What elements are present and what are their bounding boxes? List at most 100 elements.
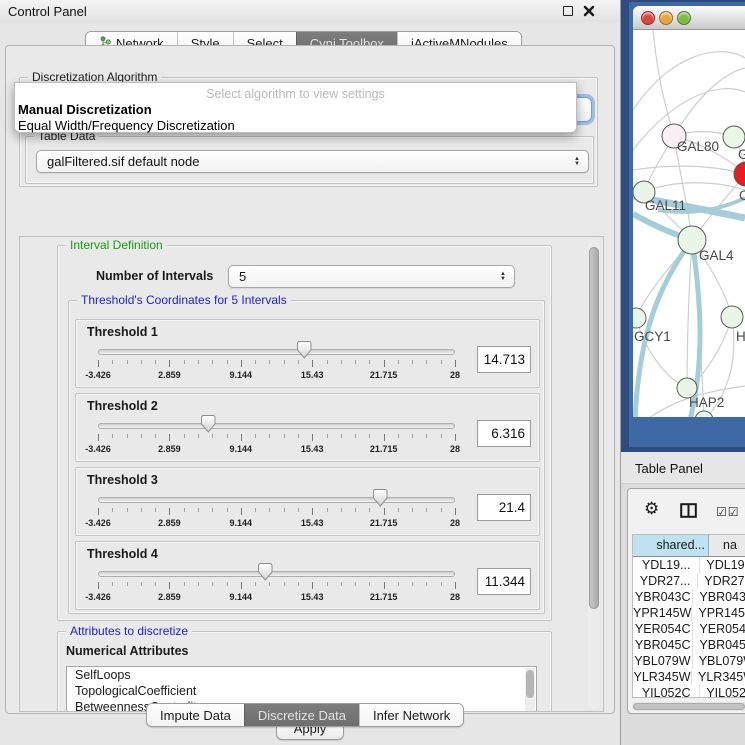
network-node-label: GCY1 bbox=[634, 329, 671, 344]
slider-tick-label: 2.859 bbox=[139, 592, 199, 602]
table-row[interactable]: YIL052CYIL052C bbox=[633, 685, 745, 698]
network-node[interactable] bbox=[721, 306, 743, 328]
algorithm-placeholder: Select algorithm to view settings bbox=[15, 87, 576, 101]
table-horizontal-scrollbar[interactable] bbox=[632, 702, 745, 711]
cell-shared-name: YDL19... bbox=[633, 557, 700, 573]
network-window-titlebar[interactable] bbox=[633, 6, 745, 30]
cell-shared-name: YDR27... bbox=[633, 573, 698, 589]
control-panel: Control Panel NetworkStyleSelectCyni Too… bbox=[0, 0, 621, 745]
table-data-combobox[interactable]: galFiltered.sif default node ▲▼ bbox=[36, 150, 589, 173]
slider-thumb[interactable] bbox=[296, 340, 313, 360]
slider-tick-label: 2.859 bbox=[139, 518, 199, 528]
table-row[interactable]: YBR043CYBR043C bbox=[633, 589, 745, 605]
column-header-name[interactable]: na bbox=[709, 535, 745, 556]
threshold-label: Threshold 2 bbox=[87, 399, 158, 413]
settings-vertical-scrollbar[interactable] bbox=[588, 239, 600, 709]
table-row[interactable]: YLR345WYLR345W bbox=[633, 669, 745, 685]
close-traffic-light[interactable] bbox=[641, 11, 655, 25]
table-row[interactable]: YPR145WYPR145W bbox=[633, 605, 745, 621]
network-node-label: GAL11 bbox=[645, 198, 686, 213]
network-edge[interactable] bbox=[687, 240, 692, 388]
threshold-label: Threshold 4 bbox=[87, 547, 158, 561]
table-row[interactable]: YBL079WYBL079W bbox=[633, 653, 745, 669]
cell-name: YPR145W bbox=[692, 605, 745, 621]
threshold-label: Threshold 1 bbox=[87, 325, 158, 339]
gear-icon[interactable]: ⚙ bbox=[644, 499, 659, 519]
table-row[interactable]: YDL19...YDL19... bbox=[633, 557, 745, 573]
slider-thumb[interactable] bbox=[372, 488, 389, 508]
table-row[interactable]: YBR045CYBR045C bbox=[633, 637, 745, 653]
threshold-label: Threshold 3 bbox=[87, 473, 158, 487]
table-panel-title: Table Panel bbox=[635, 461, 703, 476]
cell-shared-name: YLR345W bbox=[633, 669, 692, 685]
network-edge[interactable] bbox=[633, 166, 745, 174]
columns-icon[interactable] bbox=[680, 503, 697, 518]
table-panel-card: ⚙ ☑☑ shared... na YDL19...YDL19...YDR27.… bbox=[627, 488, 745, 714]
network-canvas[interactable]: GAL80GACGAL11GAL4GCY1HHAP2 bbox=[633, 30, 745, 417]
threshold-value-field[interactable]: 14.713 bbox=[477, 346, 531, 373]
float-window-icon[interactable] bbox=[563, 6, 573, 16]
network-node[interactable] bbox=[633, 308, 646, 328]
network-view-window[interactable]: GAL80GACGAL11GAL4GCY1HHAP2 bbox=[621, 0, 745, 452]
slider-tick-label: 21.715 bbox=[354, 518, 414, 528]
threshold-value-field[interactable]: 21.4 bbox=[477, 494, 531, 521]
network-edge[interactable] bbox=[644, 183, 745, 192]
tab-discretize-data[interactable]: Discretize Data bbox=[244, 704, 359, 726]
slider-track[interactable] bbox=[98, 571, 455, 577]
cell-shared-name: YBR043C bbox=[633, 589, 693, 605]
slider-tick-label: 28 bbox=[425, 518, 485, 528]
slider-tick-label: -3.426 bbox=[68, 518, 128, 528]
network-edge[interactable] bbox=[653, 30, 674, 136]
table-row[interactable]: YER054CYER054C bbox=[633, 621, 745, 637]
slider-track[interactable] bbox=[98, 349, 455, 355]
threshold-value-field[interactable]: 11.344 bbox=[477, 568, 531, 595]
slider-tick-label: 9.144 bbox=[211, 370, 271, 380]
algorithm-option[interactable]: Manual Discretization bbox=[17, 102, 576, 117]
attribute-item[interactable]: TopologicalCoefficient bbox=[67, 683, 536, 699]
number-of-intervals-label: Number of Intervals bbox=[96, 269, 213, 283]
network-node[interactable] bbox=[695, 411, 713, 417]
number-of-intervals-value: 5 bbox=[239, 269, 246, 284]
cell-name: YLR345W bbox=[692, 669, 745, 685]
number-of-intervals-combobox[interactable]: 5 ▲▼ bbox=[228, 265, 515, 288]
attributes-scrollbar[interactable] bbox=[525, 668, 535, 712]
slider-track[interactable] bbox=[98, 497, 455, 503]
cell-name: YDL19... bbox=[700, 557, 745, 573]
network-node-label: H bbox=[736, 329, 745, 344]
tab-infer-network[interactable]: Infer Network bbox=[359, 704, 463, 726]
threshold-value-field[interactable]: 6.316 bbox=[477, 420, 531, 447]
network-node-label: GAL4 bbox=[699, 248, 734, 263]
tab-label: Infer Network bbox=[373, 708, 450, 723]
slider-track[interactable] bbox=[98, 423, 455, 429]
slider-thumb[interactable] bbox=[200, 414, 217, 434]
threshold-list: Threshold 1-3.4262.8599.14415.4321.71528… bbox=[69, 301, 546, 615]
slider-thumb[interactable] bbox=[257, 562, 274, 582]
control-panel-titlebar: Control Panel bbox=[0, 0, 620, 22]
slider-tick-label: 21.715 bbox=[354, 592, 414, 602]
table-row[interactable]: YDR27...YDR27... bbox=[633, 573, 745, 589]
network-node[interactable] bbox=[723, 126, 745, 148]
tab-impute-data[interactable]: Impute Data bbox=[147, 704, 244, 726]
zoom-traffic-light[interactable] bbox=[677, 11, 691, 25]
table-panel-body: ⚙ ☑☑ shared... na YDL19...YDL19...YDR27.… bbox=[621, 484, 745, 745]
node-table-rows: YDL19...YDL19...YDR27...YDR27...YBR043CY… bbox=[633, 557, 745, 698]
slider-tick-label: 28 bbox=[425, 444, 485, 454]
algorithm-option[interactable]: Equal Width/Frequency Discretization bbox=[17, 118, 576, 133]
checkbox-icons[interactable]: ☑☑ bbox=[716, 505, 740, 519]
cell-shared-name: YBL079W bbox=[633, 653, 693, 669]
close-icon[interactable] bbox=[583, 5, 595, 17]
tab-label: Discretize Data bbox=[258, 708, 346, 723]
column-header-shared-name[interactable]: shared... bbox=[633, 535, 709, 556]
attribute-item[interactable]: SelfLoops bbox=[67, 667, 536, 683]
slider-tick-label: -3.426 bbox=[68, 370, 128, 380]
table-panel-header: Table Panel bbox=[621, 452, 745, 484]
settings-scroll-area: Interval Definition Number of Intervals … bbox=[19, 236, 604, 712]
node-table[interactable]: shared... na YDL19...YDL19...YDR27...YDR… bbox=[632, 534, 745, 698]
interval-definition-group: Interval Definition Number of Intervals … bbox=[57, 245, 552, 621]
network-edge[interactable] bbox=[633, 52, 745, 110]
minimize-traffic-light[interactable] bbox=[659, 11, 673, 25]
network-edge[interactable] bbox=[687, 317, 732, 388]
cell-shared-name: YPR145W bbox=[633, 605, 692, 621]
slider-tick-label: 9.144 bbox=[211, 444, 271, 454]
node-table-header[interactable]: shared... na bbox=[633, 535, 745, 557]
